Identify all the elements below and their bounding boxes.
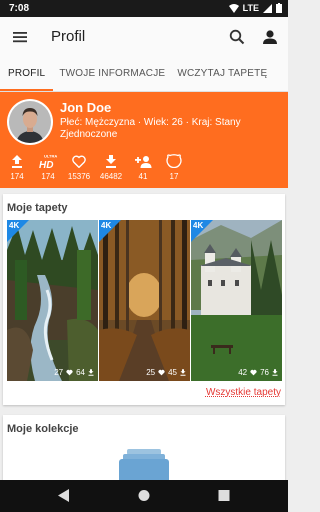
stat-following[interactable]: 17: [160, 152, 188, 181]
upload-icon: [12, 154, 22, 168]
app-bar: Profil: [0, 17, 288, 57]
home-icon[interactable]: [138, 489, 150, 502]
menu-icon[interactable]: [10, 27, 30, 47]
stat-downloads[interactable]: 46482: [96, 152, 126, 181]
wallpaper-thumb-1[interactable]: 4K 27 64: [7, 220, 98, 381]
wallpaper-thumb-2[interactable]: 4K 25 45: [99, 220, 190, 381]
svg-text:ULTRA: ULTRA: [44, 154, 57, 159]
account-icon[interactable]: [260, 27, 280, 47]
heart-icon: [72, 155, 86, 168]
wallpaper-image-1: [7, 220, 98, 381]
download-icon: [180, 369, 186, 376]
network-label: LTE: [242, 3, 259, 13]
wallpaper-image-3: [191, 220, 282, 381]
download-icon: [272, 369, 278, 376]
stat-uploads-count: 174: [10, 172, 24, 181]
tab-wczytaj-tapete[interactable]: WCZYTAJ TAPETĘ: [171, 57, 273, 91]
search-icon[interactable]: [227, 27, 247, 47]
wallpaper-image-2: [99, 220, 190, 381]
profile-name: Jon Doe: [60, 100, 112, 115]
system-nav-bar: [0, 480, 288, 512]
signal-icon: [263, 3, 272, 13]
likes-count: 27: [54, 368, 64, 377]
badge-4k-label: 4K: [101, 221, 112, 230]
pet-face-icon: [166, 154, 182, 168]
wallpaper-stats-1: 27 64: [54, 368, 94, 377]
download-icon: [106, 154, 116, 168]
stat-hd[interactable]: ULTRA HD 174: [34, 152, 62, 182]
heart-icon: [250, 369, 257, 376]
stat-downloads-count: 46482: [99, 172, 123, 181]
downloads-count: 45: [168, 368, 177, 377]
my-collections-card: Moje kolekcje: [3, 415, 285, 487]
heart-icon: [66, 369, 73, 376]
badge-4k-label: 4K: [193, 221, 204, 230]
stat-hd-count: 174: [41, 172, 55, 181]
page-title: Profil: [51, 28, 86, 45]
downloads-count: 64: [76, 368, 85, 377]
battery-icon: [276, 3, 282, 13]
heart-icon: [158, 369, 165, 376]
status-time: 7:08: [9, 3, 30, 14]
my-wallpapers-card: Moje tapety 4K 27 64 4K 25 45 4K 42 76 W…: [3, 194, 285, 405]
likes-count: 42: [238, 368, 248, 377]
tab-bar: PROFIL TWOJE INFORMACJE WCZYTAJ TAPETĘ: [0, 57, 288, 92]
stat-likes-count: 15376: [67, 172, 91, 181]
all-wallpapers-link[interactable]: Wszystkie tapety: [206, 387, 281, 398]
recents-icon[interactable]: [218, 489, 230, 502]
stat-followers-count: 41: [138, 172, 148, 181]
stat-likes[interactable]: 15376: [65, 152, 93, 181]
likes-count: 25: [146, 368, 156, 377]
profile-info: Płeć: Mężczyzna · Wiek: 26 · Kraj: Stany…: [60, 117, 241, 140]
wallpaper-stats-2: 25 45: [146, 368, 186, 377]
status-bar: 7:08 LTE: [0, 0, 288, 17]
avatar-image: [9, 101, 51, 143]
avatar[interactable]: [7, 99, 53, 145]
svg-text:HD: HD: [39, 160, 53, 169]
wallpaper-stats-3: 42 76: [238, 368, 278, 377]
wallpaper-thumb-3[interactable]: 4K 42 76: [191, 220, 282, 381]
badge-4k-label: 4K: [9, 221, 20, 230]
add-person-icon: [134, 155, 151, 168]
section-title-wallpapers: Moje tapety: [7, 202, 68, 214]
profile-header: Jon Doe Płeć: Mężczyzna · Wiek: 26 · Kra…: [0, 92, 288, 188]
profile-stats: 174 ULTRA HD 174 15376 46482 41 17: [3, 152, 191, 181]
ultra-hd-icon: ULTRA HD: [39, 154, 57, 170]
wifi-icon: [228, 3, 239, 13]
stat-followers[interactable]: 41: [129, 152, 157, 181]
tab-profil[interactable]: PROFIL: [0, 57, 54, 91]
downloads-count: 76: [260, 368, 269, 377]
section-title-collections: Moje kolekcje: [7, 423, 79, 435]
back-icon[interactable]: [58, 489, 70, 502]
download-icon: [88, 369, 94, 376]
stat-uploads[interactable]: 174: [3, 152, 31, 181]
stat-following-count: 17: [169, 172, 179, 181]
tab-twoje-informacje[interactable]: TWOJE INFORMACJE: [53, 57, 171, 91]
